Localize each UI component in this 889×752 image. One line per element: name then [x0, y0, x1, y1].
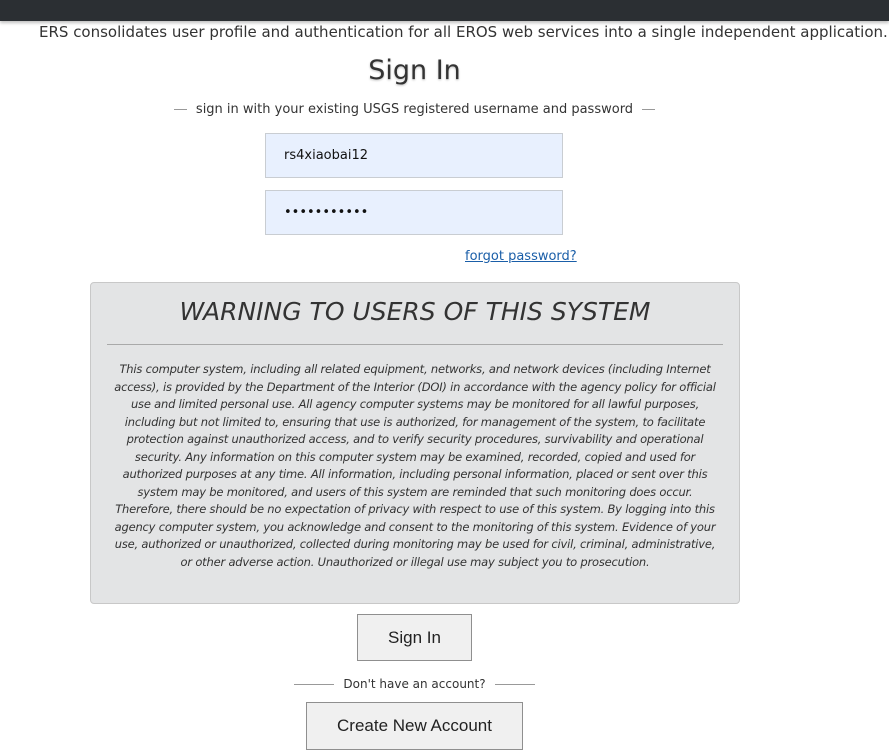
subtitle-text: sign in with your existing USGS register… [195, 102, 634, 117]
divider-line-left [174, 109, 187, 110]
warning-panel: WARNING TO USERS OF THIS SYSTEM This com… [90, 282, 740, 604]
subtitle-divider: sign in with your existing USGS register… [174, 102, 655, 117]
page-title: Sign In [368, 55, 461, 86]
divider-line-right [642, 109, 655, 110]
intro-text: ERS consolidates user profile and authen… [39, 23, 888, 41]
create-account-button[interactable]: Create New Account [306, 702, 523, 750]
username-input[interactable]: rs4xiaobai12 [265, 133, 563, 178]
warning-title: WARNING TO USERS OF THIS SYSTEM [179, 297, 651, 326]
warning-divider [107, 344, 723, 345]
top-navigation-bar [0, 0, 889, 21]
divider-line-left [294, 683, 335, 685]
sign-in-button[interactable]: Sign In [357, 614, 472, 661]
warning-body-text: This computer system, including all rela… [114, 362, 716, 569]
divider-line-right [494, 683, 535, 685]
password-input[interactable]: ••••••••••• [265, 190, 563, 235]
no-account-text: Don't have an account? [343, 677, 486, 691]
no-account-divider: Don't have an account? [294, 677, 535, 691]
forgot-password-link[interactable]: forgot password? [465, 249, 577, 264]
